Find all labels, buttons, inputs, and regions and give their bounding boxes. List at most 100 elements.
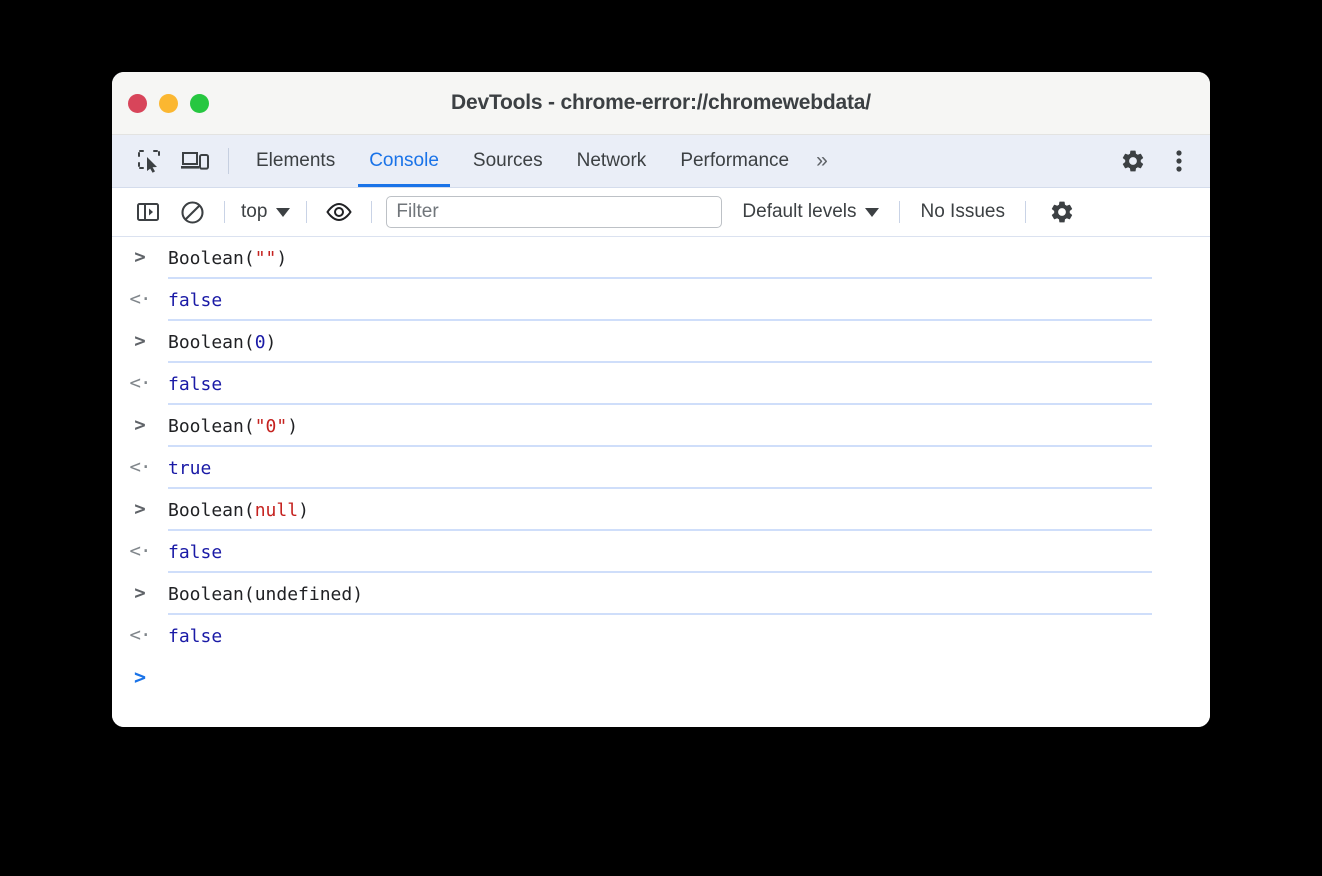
console-output-gutter: <·: [112, 372, 168, 396]
sidebar-toggle-icon: [136, 200, 160, 224]
console-output-gutter: <·: [112, 456, 168, 480]
console-sidebar-toggle-button[interactable]: [126, 188, 170, 236]
more-tabs-button[interactable]: »: [806, 135, 836, 187]
console-toolbar-divider-3: [371, 201, 373, 223]
log-levels-selector[interactable]: Default levels: [736, 201, 885, 223]
clear-console-button[interactable]: [170, 188, 214, 236]
code-token-number: 0: [254, 331, 266, 353]
screen: DevTools - chrome-error://chromewebdata/: [0, 0, 1322, 876]
code-token: ): [287, 415, 299, 437]
chevron-double-right-icon: »: [816, 149, 828, 172]
console-input-text: Boolean(undefined): [168, 584, 363, 605]
console-input-gutter: >: [112, 330, 168, 354]
window-title: DevTools - chrome-error://chromewebdata/: [451, 91, 871, 114]
live-expression-button[interactable]: [317, 188, 361, 236]
chevron-down-icon: [865, 207, 880, 217]
console-input-row[interactable]: > Boolean(null): [112, 489, 1210, 531]
console-result-value: false: [168, 373, 223, 395]
tabbar-divider-left: [228, 148, 229, 174]
code-token-keyword: null: [254, 499, 299, 521]
console-input-gutter: >: [112, 414, 168, 438]
devtools-tab-bar: Elements Console Sources Network Perform…: [112, 135, 1210, 188]
device-toolbar-icon: [181, 149, 209, 173]
clear-console-icon: [180, 200, 205, 225]
devtools-window: DevTools - chrome-error://chromewebdata/: [112, 72, 1210, 727]
tab-elements[interactable]: Elements: [239, 135, 352, 187]
console-filter-input[interactable]: [386, 196, 723, 228]
code-token: ): [298, 499, 309, 521]
console-input-text: Boolean(0): [168, 332, 276, 353]
console-output-row[interactable]: <· false: [112, 363, 1210, 405]
code-token: ): [265, 331, 277, 353]
console-output-row[interactable]: <· false: [112, 279, 1210, 321]
chevron-left-dot-icon: <·: [129, 372, 152, 394]
console-input-gutter: >: [112, 582, 168, 606]
title-bar: DevTools - chrome-error://chromewebdata/: [112, 72, 1210, 135]
tab-sources[interactable]: Sources: [456, 135, 560, 187]
console-output-row[interactable]: <· false: [112, 615, 1210, 657]
eye-icon: [325, 201, 353, 223]
device-toolbar-button[interactable]: [172, 135, 218, 187]
close-button[interactable]: [128, 93, 147, 113]
maximize-button[interactable]: [190, 93, 209, 113]
execution-context-selector[interactable]: top: [235, 201, 296, 223]
console-output-row[interactable]: <· true: [112, 447, 1210, 489]
console-output-gutter: <·: [112, 288, 168, 312]
console-input-text: Boolean(""): [168, 248, 287, 269]
code-token: Boolean(: [168, 331, 255, 353]
console-result-value: true: [168, 457, 212, 479]
console-prompt-gutter: >: [112, 665, 168, 691]
console-prompt-row[interactable]: >: [112, 657, 1210, 699]
chevron-down-icon: [276, 207, 291, 217]
chevron-left-dot-icon: <·: [129, 624, 152, 646]
console-input-row[interactable]: > Boolean(undefined): [112, 573, 1210, 615]
console-input-text: Boolean("0"): [168, 416, 298, 437]
console-message-list[interactable]: > Boolean("") <· false > Boolean(0) <· f…: [112, 237, 1210, 727]
tab-sources-label: Sources: [472, 150, 543, 171]
inspect-element-button[interactable]: [126, 135, 172, 187]
console-toolbar-divider-2: [306, 201, 308, 223]
console-input-row[interactable]: > Boolean(""): [112, 237, 1210, 279]
code-token: Boolean(: [168, 415, 255, 437]
console-output-gutter: <·: [112, 624, 168, 648]
tabbar-actions: [1089, 135, 1210, 187]
issues-counter[interactable]: No Issues: [914, 201, 1010, 223]
console-result-value: false: [168, 625, 223, 647]
log-levels-label: Default levels: [742, 201, 857, 222]
chevron-right-icon: >: [134, 330, 146, 352]
console-input-row[interactable]: > Boolean(0): [112, 321, 1210, 363]
code-token: Boolean(: [168, 499, 255, 521]
chevron-left-dot-icon: <·: [129, 540, 152, 562]
console-output-gutter: <·: [112, 540, 168, 564]
tab-console-label: Console: [369, 150, 439, 171]
console-toolbar-divider-4: [899, 201, 901, 223]
devtools-menu-button[interactable]: [1156, 148, 1202, 174]
console-input-text: Boolean(null): [168, 500, 309, 521]
minimize-button[interactable]: [159, 93, 178, 113]
devtools-settings-button[interactable]: [1110, 148, 1156, 174]
more-vertical-icon: [1175, 148, 1183, 174]
console-settings-button[interactable]: [1040, 188, 1084, 236]
console-output-row[interactable]: <· false: [112, 531, 1210, 573]
console-input-row[interactable]: > Boolean("0"): [112, 405, 1210, 447]
code-token: ): [276, 247, 288, 269]
code-token: Boolean(undefined): [168, 583, 364, 605]
tab-elements-label: Elements: [256, 150, 336, 171]
console-toolbar-divider-5: [1024, 201, 1026, 223]
console-toolbar-divider-1: [224, 201, 225, 223]
chevron-right-icon: >: [134, 582, 146, 604]
chevron-right-icon: >: [134, 498, 146, 520]
console-input-gutter: >: [112, 498, 168, 522]
code-token-string: "": [254, 247, 277, 269]
code-token: Boolean(: [168, 247, 255, 269]
tab-network-label: Network: [576, 150, 647, 171]
code-token-string: "0": [254, 415, 288, 437]
tab-network[interactable]: Network: [560, 135, 664, 187]
console-input-gutter: >: [112, 246, 168, 270]
tab-performance[interactable]: Performance: [663, 135, 806, 187]
gear-icon: [1120, 148, 1146, 174]
tab-console[interactable]: Console: [352, 135, 456, 187]
inspect-element-icon: [136, 148, 162, 174]
console-result-value: false: [168, 541, 223, 563]
chevron-right-icon: >: [134, 246, 146, 268]
